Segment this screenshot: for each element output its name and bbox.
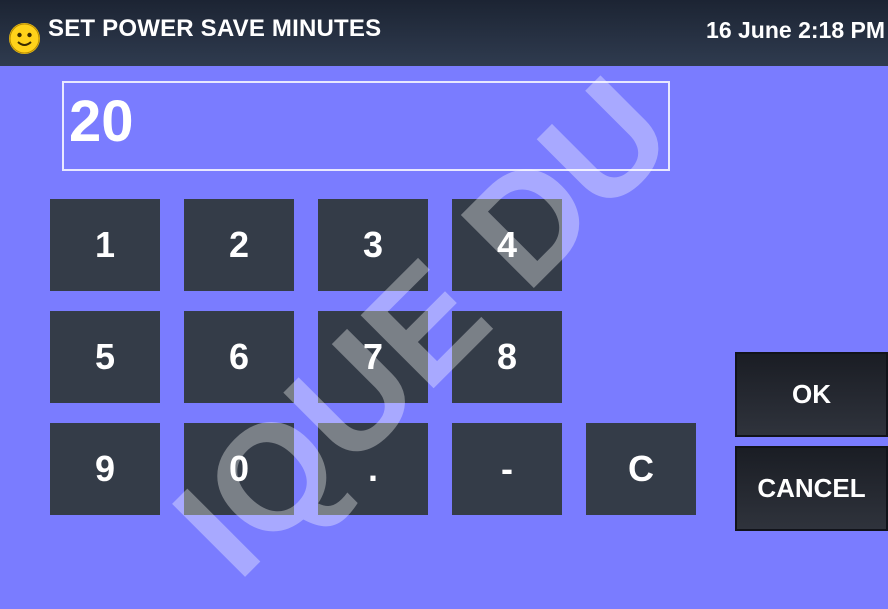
value-display-text: 20 [69, 89, 134, 154]
key-6[interactable]: 6 [184, 311, 294, 403]
key-clear[interactable]: C [586, 423, 696, 515]
title-bar: SET POWER SAVE MINUTES 16 June 2:18 PM [0, 0, 888, 66]
page-title: SET POWER SAVE MINUTES [48, 15, 382, 42]
key-3[interactable]: 3 [318, 199, 428, 291]
key-decimal[interactable]: . [318, 423, 428, 515]
ok-button[interactable]: OK [735, 352, 888, 437]
key-4[interactable]: 4 [452, 199, 562, 291]
smiley-icon [9, 23, 40, 54]
key-1[interactable]: 1 [50, 199, 160, 291]
key-5[interactable]: 5 [50, 311, 160, 403]
cancel-button[interactable]: CANCEL [735, 446, 888, 531]
key-minus[interactable]: - [452, 423, 562, 515]
key-2[interactable]: 2 [184, 199, 294, 291]
key-7[interactable]: 7 [318, 311, 428, 403]
key-9[interactable]: 9 [50, 423, 160, 515]
key-0[interactable]: 0 [184, 423, 294, 515]
value-display[interactable]: 20 [62, 81, 670, 171]
datetime-readout: 16 June 2:18 PM [706, 17, 885, 43]
key-8[interactable]: 8 [452, 311, 562, 403]
